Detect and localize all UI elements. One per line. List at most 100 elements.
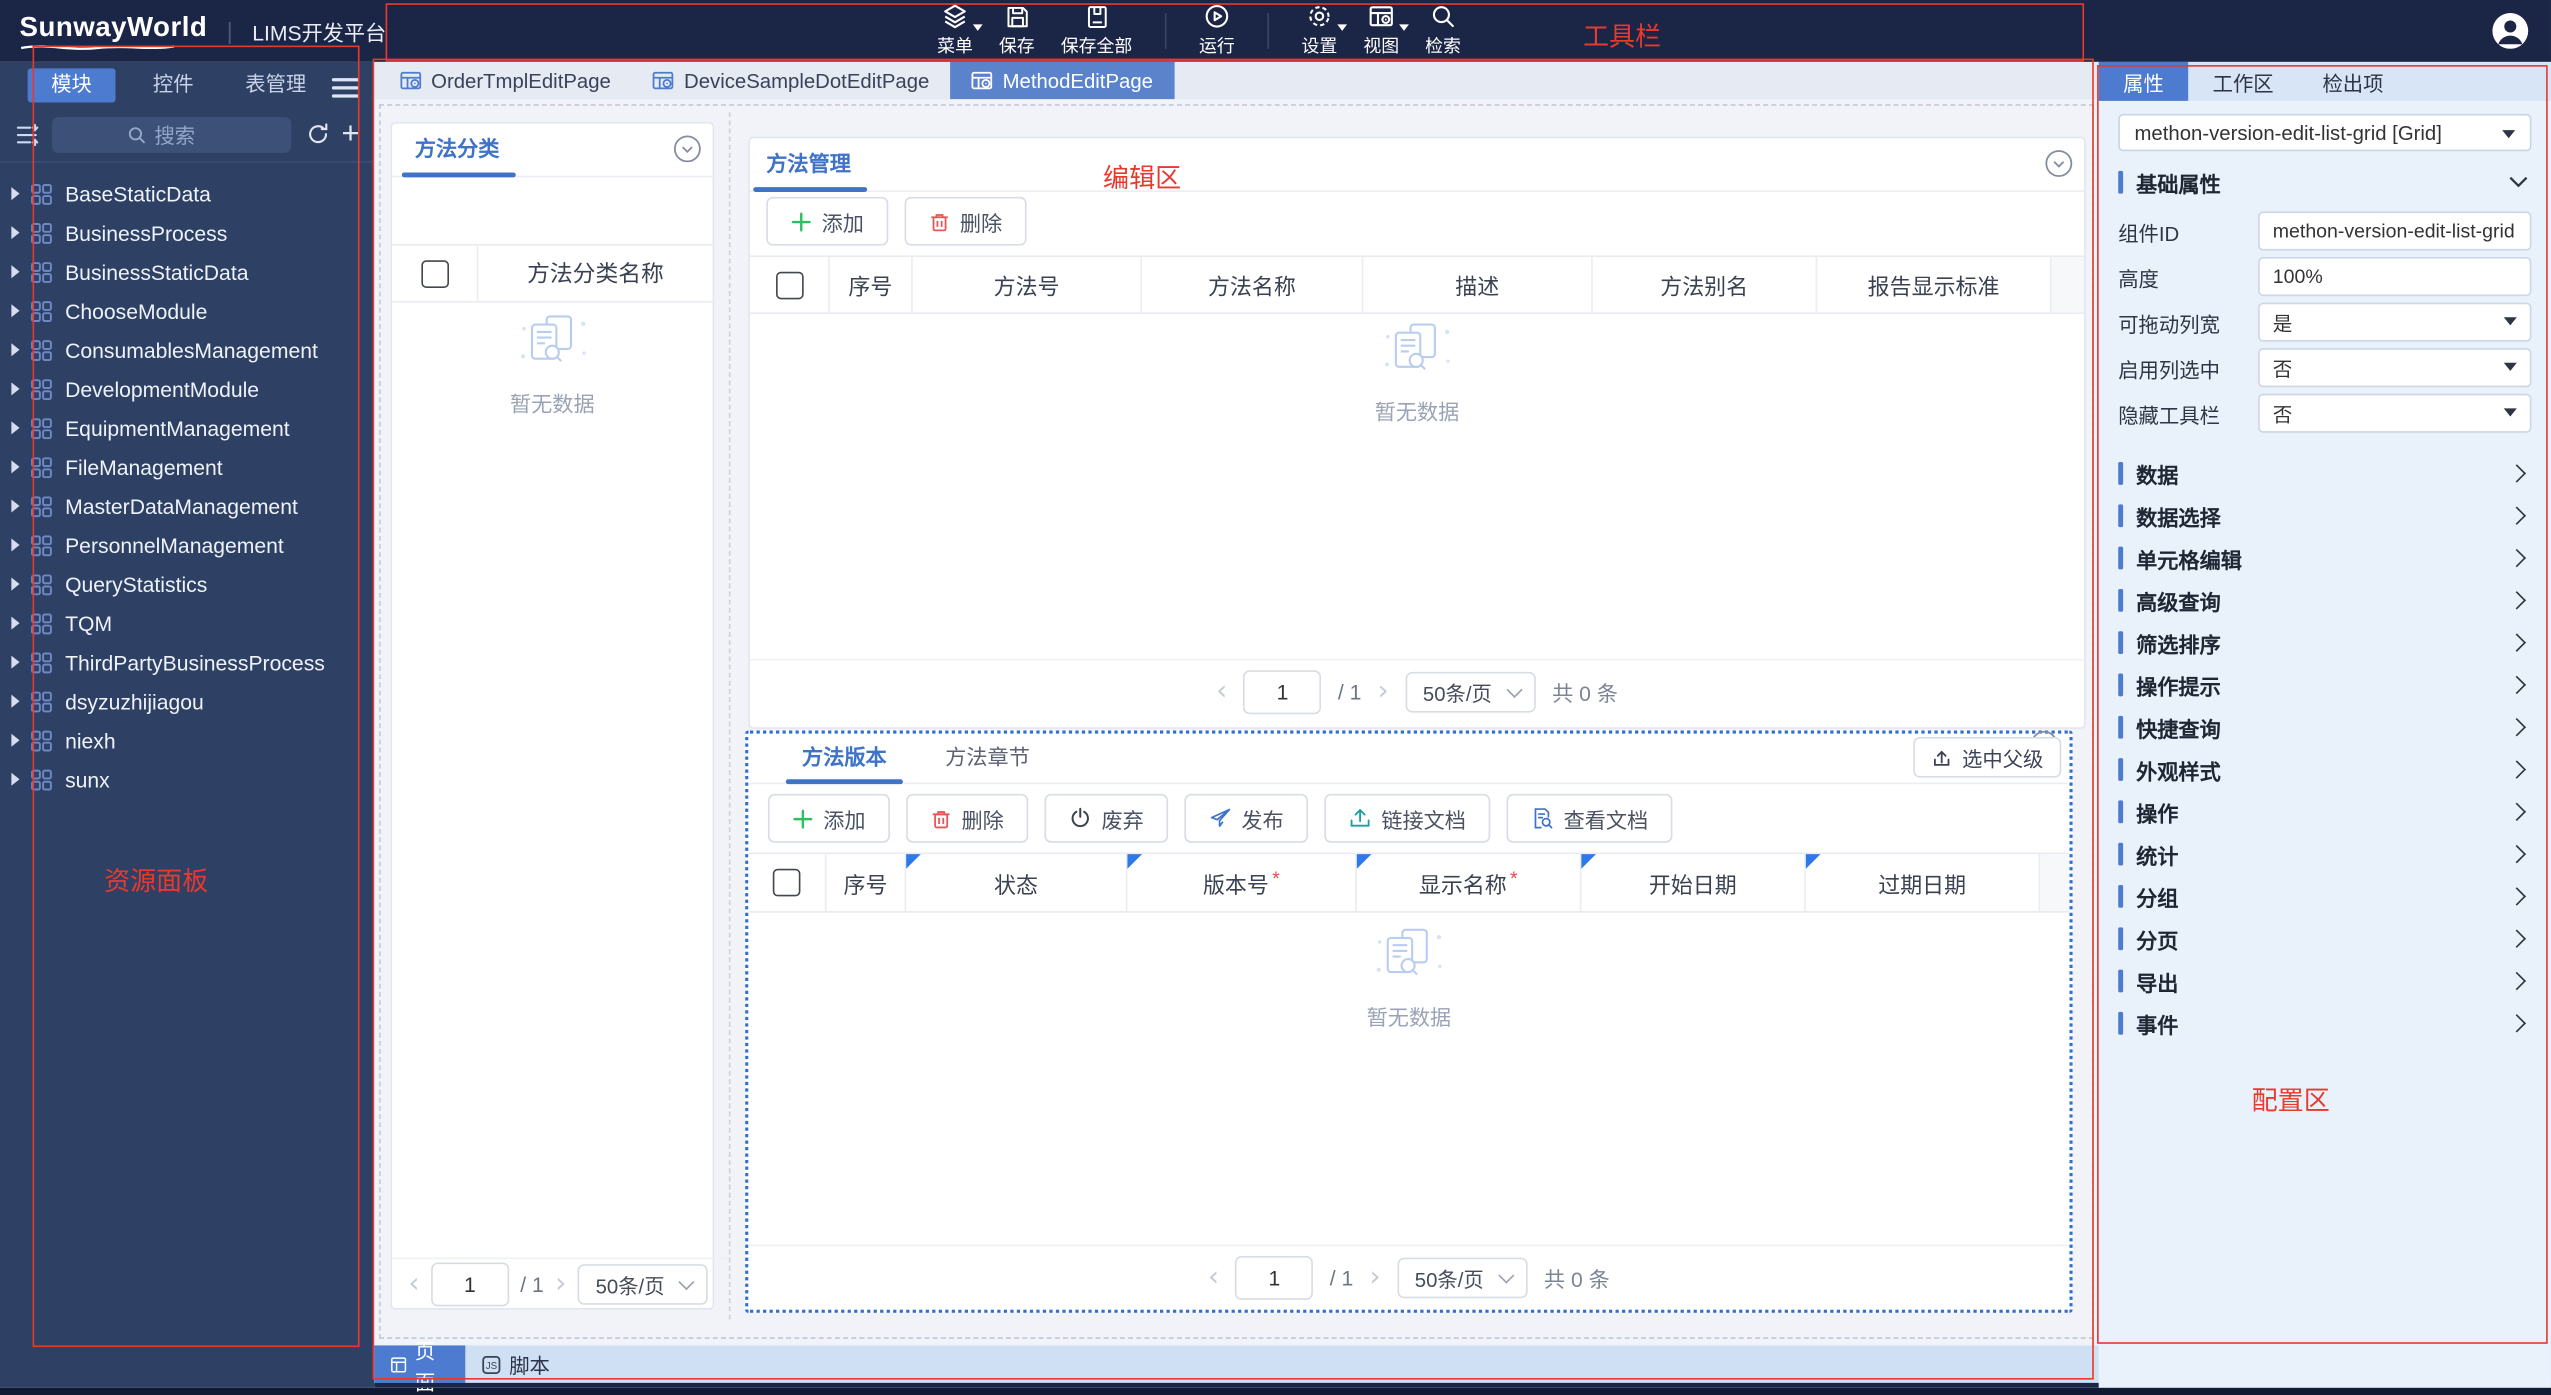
tree-item[interactable]: QueryStatistics	[0, 565, 374, 604]
select-parent-button[interactable]: 选中父级	[1913, 736, 2062, 778]
expand-caret-icon[interactable]	[11, 538, 20, 552]
tree-item[interactable]: DevelopmentModule	[0, 369, 374, 408]
prev-page-icon[interactable]: ‹	[1208, 1263, 1219, 1292]
page-size-select[interactable]: 50条/页	[1396, 1257, 1528, 1299]
props-tab[interactable]: 属性	[2098, 61, 2189, 101]
column-header[interactable]: 方法分类名称	[478, 246, 712, 301]
tree-item[interactable]: dsyzuzhijiagou	[0, 682, 374, 721]
component-selector[interactable]: methon-version-edit-list-grid [Grid]	[2118, 113, 2532, 152]
props-section[interactable]: 外观样式	[2118, 748, 2531, 790]
refresh-icon[interactable]	[306, 122, 330, 146]
property-input[interactable]: 是	[2258, 302, 2532, 342]
column-header[interactable]: 状态 *	[906, 854, 1128, 912]
page-number-input[interactable]	[430, 1261, 509, 1306]
link-doc-button[interactable]: 链接文档	[1324, 793, 1491, 843]
tab-page[interactable]: 页面	[374, 1340, 466, 1393]
select-all-checkbox[interactable]	[420, 259, 449, 288]
page-size-select[interactable]: 50条/页	[577, 1263, 709, 1304]
collapse-panel-icon[interactable]	[673, 135, 702, 163]
props-section[interactable]: 操作提示	[2118, 664, 2531, 706]
column-header[interactable]: 方法别名	[1593, 257, 1818, 313]
prev-page-icon[interactable]: ‹	[408, 1269, 419, 1298]
sidebar-tab[interactable]: 控件	[129, 68, 218, 102]
column-header[interactable]: 版本号 *	[1127, 854, 1357, 912]
add-button[interactable]: 添加	[766, 196, 889, 246]
user-avatar[interactable]	[2491, 11, 2530, 50]
property-input[interactable]: 100%	[2258, 257, 2532, 297]
expand-caret-icon[interactable]	[11, 616, 20, 630]
expand-caret-icon[interactable]	[11, 421, 20, 435]
tree-item[interactable]: niexh	[0, 721, 374, 760]
version-tab[interactable]: 方法版本	[773, 734, 916, 785]
view-doc-button[interactable]: 查看文档	[1506, 793, 1673, 843]
tree-item[interactable]: sunx	[0, 760, 374, 799]
menu-button[interactable]: 菜单	[924, 0, 986, 62]
expand-caret-icon[interactable]	[11, 460, 20, 474]
column-header[interactable]: 报告显示标准	[1817, 257, 2052, 313]
column-header[interactable]: 过期日期 *	[1805, 854, 2041, 912]
tree-item[interactable]: ConsumablesManagement	[0, 330, 374, 369]
column-header[interactable]: 序号	[830, 257, 913, 313]
publish-button[interactable]: 发布	[1184, 793, 1309, 843]
props-section[interactable]: 导出	[2118, 960, 2531, 1002]
collapse-panel-icon[interactable]	[2045, 150, 2073, 178]
tab-method-category[interactable]: 方法分类	[401, 124, 516, 178]
discard-button[interactable]: 废弃	[1044, 793, 1169, 843]
column-header[interactable]: 显示名称 *	[1356, 854, 1582, 912]
expand-caret-icon[interactable]	[11, 694, 20, 708]
expand-caret-icon[interactable]	[11, 577, 20, 591]
prev-page-icon[interactable]: ‹	[1216, 678, 1227, 706]
sidebar-tab[interactable]: 模块	[27, 67, 116, 102]
edit-page-tab[interactable]: OrderTmplEditPage	[379, 62, 632, 99]
tree-item[interactable]: EquipmentManagement	[0, 408, 374, 447]
expand-caret-icon[interactable]	[11, 733, 20, 747]
props-section[interactable]: 数据选择	[2118, 495, 2531, 537]
settings-button[interactable]: 设置	[1289, 0, 1351, 62]
tree-item[interactable]: FileManagement	[0, 447, 374, 486]
props-section[interactable]: 快捷查询	[2118, 706, 2531, 748]
expand-caret-icon[interactable]	[11, 226, 20, 240]
column-header[interactable]: 描述	[1363, 257, 1593, 313]
expand-caret-icon[interactable]	[11, 499, 20, 513]
delete-button[interactable]: 删除	[904, 196, 1027, 246]
expand-caret-icon[interactable]	[11, 265, 20, 279]
tree-item[interactable]: PersonnelManagement	[0, 525, 374, 564]
hamburger-menu-icon[interactable]	[331, 73, 360, 102]
next-page-icon[interactable]: ›	[1370, 1263, 1381, 1292]
sidebar-tab[interactable]: 表管理	[231, 68, 320, 102]
tree-item[interactable]: ThirdPartyBusinessProcess	[0, 643, 374, 682]
method-version-panel-selected[interactable]: 选中父级 方法版本 方法章节 添加 删除 废弃 发布 链接文档 查看文档 序号 …	[745, 730, 2073, 1313]
column-header[interactable]: 方法名称	[1142, 257, 1364, 313]
props-section[interactable]: 数据	[2118, 452, 2531, 494]
save-all-button[interactable]: 保存全部	[1048, 0, 1146, 62]
page-number-input[interactable]	[1243, 670, 1322, 715]
tree-item[interactable]: BusinessStaticData	[0, 252, 374, 291]
tree-item[interactable]: MasterDataManagement	[0, 486, 374, 525]
version-tab[interactable]: 方法章节	[916, 734, 1059, 783]
props-section[interactable]: 高级查询	[2118, 579, 2531, 621]
column-header[interactable]: 序号 *	[826, 854, 907, 912]
run-button[interactable]: 运行	[1186, 0, 1248, 62]
expand-caret-icon[interactable]	[11, 382, 20, 396]
collapse-tree-icon[interactable]	[15, 121, 41, 147]
expand-caret-icon[interactable]	[11, 655, 20, 669]
props-section[interactable]: 分页	[2118, 918, 2531, 960]
tree-item[interactable]: ChooseModule	[0, 291, 374, 330]
props-section[interactable]: 分组	[2118, 875, 2531, 917]
search-input[interactable]	[52, 116, 292, 153]
delete-button[interactable]: 删除	[906, 793, 1029, 843]
select-all-checkbox[interactable]	[772, 868, 801, 897]
expand-caret-icon[interactable]	[11, 772, 20, 786]
props-section[interactable]: 单元格编辑	[2118, 537, 2531, 579]
tree-item[interactable]: BusinessProcess	[0, 213, 374, 252]
property-input[interactable]: 否	[2258, 348, 2532, 388]
tree-item[interactable]: TQM	[0, 604, 374, 643]
edit-page-tab[interactable]: MethodEditPage	[950, 61, 1175, 100]
tab-script[interactable]: JS 脚本	[465, 1345, 566, 1382]
base-props-section[interactable]: 基础属性	[2118, 166, 2531, 199]
next-page-icon[interactable]: ›	[1378, 678, 1389, 706]
props-tab[interactable]: 检出项	[2298, 62, 2408, 101]
property-input[interactable]: 否	[2258, 393, 2532, 433]
page-size-select[interactable]: 50条/页	[1405, 671, 1536, 713]
add-button[interactable]: 添加	[767, 793, 890, 843]
